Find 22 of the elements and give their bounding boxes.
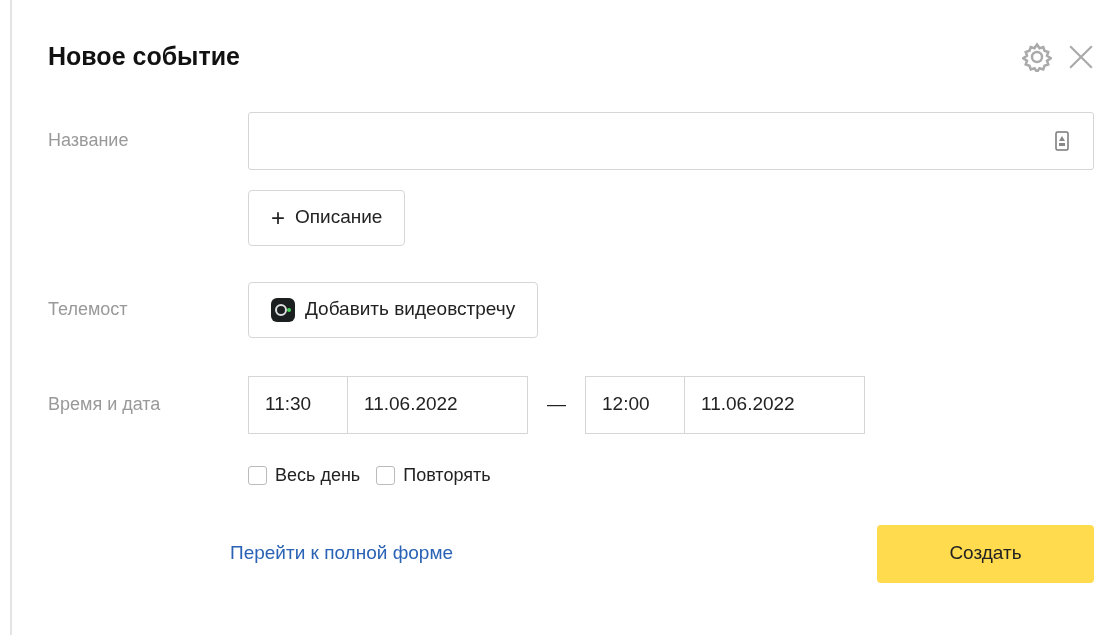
name-field[interactable] (248, 111, 1094, 170)
camera-icon (271, 297, 295, 322)
time-field[interactable]: 12:00 (585, 375, 685, 434)
field-label: Телемост (48, 298, 129, 321)
settings-icon[interactable] (1022, 41, 1052, 72)
field-label: Время и дата (48, 393, 162, 416)
checkbox[interactable] (248, 465, 267, 485)
field-label: Название (48, 129, 130, 152)
create-button[interactable]: Создать (877, 524, 1094, 583)
keyboard-icon[interactable] (1055, 130, 1069, 151)
video-meeting-button[interactable]: Добавить видеовстречу (248, 281, 539, 338)
description-button[interactable]: + Описание (248, 189, 406, 246)
close-icon[interactable] (1068, 43, 1094, 70)
date-field[interactable]: 11.06.2022 (685, 375, 865, 434)
checkbox-label: Повторять (403, 463, 491, 487)
dialog-title: Новое событие (48, 41, 240, 72)
checkbox-label: Весь день (275, 463, 361, 487)
full-form-link[interactable]: Перейти к полной форме (230, 539, 454, 568)
range-separator: — (546, 392, 567, 417)
checkbox[interactable] (376, 465, 396, 485)
time-field[interactable]: 11:30 (248, 375, 348, 434)
date-field[interactable]: 11.06.2022 (348, 375, 528, 434)
